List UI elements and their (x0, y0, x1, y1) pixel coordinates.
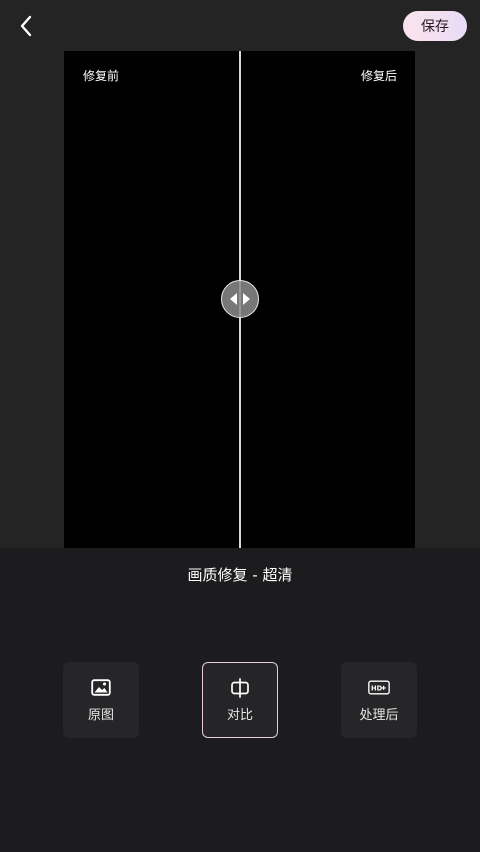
preview-area: 保存 修复前 修复后 (0, 0, 480, 548)
save-button[interactable]: 保存 (403, 11, 467, 41)
before-label: 修复前 (83, 69, 120, 83)
option-original-label: 原图 (87, 707, 114, 723)
hd-plus-icon: HD (368, 678, 390, 698)
compare-icon (229, 677, 251, 698)
chevron-left-icon (20, 15, 32, 37)
left-right-arrows-icon (230, 293, 250, 305)
option-compare[interactable]: 对比 (202, 662, 278, 738)
svg-text:HD: HD (371, 684, 383, 692)
image-icon (90, 678, 112, 698)
comparison-image[interactable]: 修复前 修复后 (64, 51, 415, 548)
option-original[interactable]: 原图 (63, 662, 139, 738)
option-compare-label: 对比 (226, 707, 253, 723)
compare-slider-handle[interactable] (221, 280, 259, 318)
after-label: 修复后 (360, 69, 397, 83)
bottom-panel: 画质修复 - 超清 原图 对比 HD 处理后 (0, 548, 480, 852)
back-button[interactable] (12, 12, 40, 40)
option-processed-label: 处理后 (359, 707, 399, 723)
option-processed[interactable]: HD 处理后 (341, 662, 417, 738)
panel-title: 画质修复 - 超清 (187, 566, 293, 584)
